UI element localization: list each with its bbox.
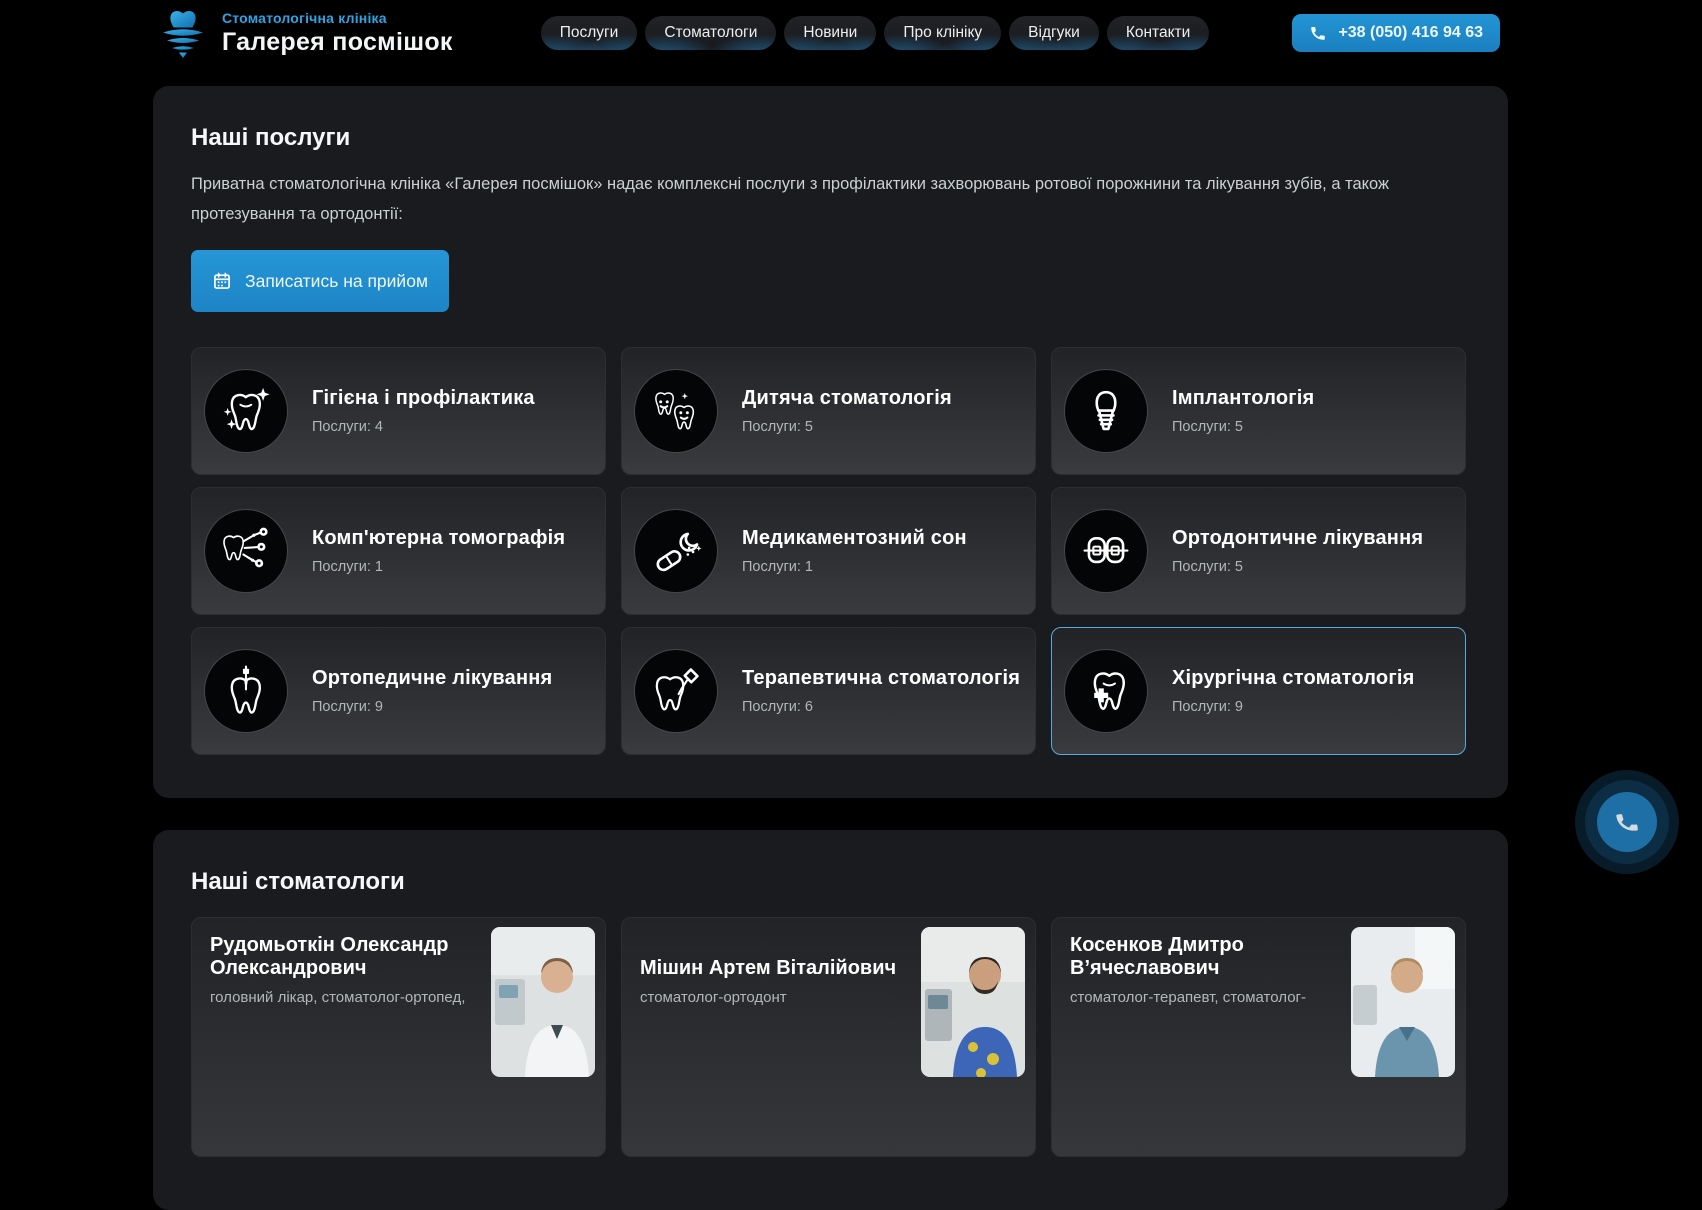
doctors-section-title: Наші стоматологи <box>191 830 1470 896</box>
clinic-logo-icon <box>158 8 208 58</box>
service-title: Хірургічна стоматологія <box>1172 667 1415 690</box>
doctor-name: Рудомьоткін Олександр Олександрович <box>210 934 482 980</box>
services-grid: Гігієна і профілактика Послуги: 4 Дитяча… <box>191 347 1470 755</box>
nav-item-contacts[interactable]: Контакти <box>1107 16 1209 50</box>
floating-call-inner <box>1597 792 1657 852</box>
services-section-title: Наші послуги <box>191 86 1470 152</box>
service-card-sedation[interactable]: Медикаментозний сон Послуги: 1 <box>621 487 1036 615</box>
service-card-surgical[interactable]: Хірургічна стоматологія Послуги: 9 <box>1051 627 1466 755</box>
doctor-card[interactable]: Косенков Дмитро В’ячеславович стоматолог… <box>1051 917 1466 1157</box>
calendar-icon <box>212 271 232 291</box>
service-count: Послуги: 4 <box>312 419 535 435</box>
doctor-photo <box>491 927 595 1077</box>
service-count: Послуги: 1 <box>312 559 565 575</box>
service-card-kids[interactable]: Дитяча стоматологія Послуги: 5 <box>621 347 1036 475</box>
service-count: Послуги: 1 <box>742 559 967 575</box>
floating-call-ring <box>1585 780 1669 864</box>
service-title: Ортопедичне лікування <box>312 667 552 690</box>
service-card-implantology[interactable]: Імплантологія Послуги: 5 <box>1051 347 1466 475</box>
service-title: Терапевтична стоматологія <box>742 667 1019 690</box>
implant-icon <box>1065 370 1147 452</box>
services-description: Приватна стоматологічна клініка «Галерея… <box>191 169 1441 229</box>
service-count: Послуги: 6 <box>742 699 1019 715</box>
tooth-cross-icon <box>1065 650 1147 732</box>
service-card-orthodontics[interactable]: Ортодонтичне лікування Послуги: 5 <box>1051 487 1466 615</box>
nav-item-dentists[interactable]: Стоматологи <box>645 16 776 50</box>
floating-call-button[interactable] <box>1575 770 1679 874</box>
service-count: Послуги: 5 <box>742 419 952 435</box>
header-phone-button[interactable]: +38 (050) 416 94 63 <box>1292 14 1500 52</box>
service-count: Послуги: 5 <box>1172 419 1314 435</box>
service-title: Імплантологія <box>1172 387 1314 410</box>
logo-title: Галерея посмішок <box>222 28 453 57</box>
tooth-network-icon <box>205 510 287 592</box>
doctor-photo <box>921 927 1025 1077</box>
logo-subtitle: Стоматологічна клініка <box>222 10 453 26</box>
service-title: Гігієна і профілактика <box>312 387 535 410</box>
service-card-orthopedic[interactable]: Ортопедичне лікування Послуги: 9 <box>191 627 606 755</box>
nav-item-reviews[interactable]: Відгуки <box>1009 16 1099 50</box>
appointment-button-label: Записатись на прийом <box>245 271 428 292</box>
logo[interactable]: Стоматологічна клініка Галерея посмішок <box>158 8 453 58</box>
service-card-hygiene[interactable]: Гігієна і профілактика Послуги: 4 <box>191 347 606 475</box>
service-title: Комп'ютерна томографія <box>312 527 565 550</box>
sedation-pill-icon <box>635 510 717 592</box>
header-phone-number: +38 (050) 416 94 63 <box>1338 24 1483 42</box>
tooth-drill-icon <box>635 650 717 732</box>
services-section: Наші послуги Приватна стоматологічна клі… <box>153 86 1508 798</box>
doctors-section: Наші стоматологи Рудомьоткін Олександр О… <box>153 830 1508 1210</box>
nav-item-about[interactable]: Про клініку <box>884 16 1001 50</box>
doctor-card[interactable]: Рудомьоткін Олександр Олександрович голо… <box>191 917 606 1157</box>
service-title: Медикаментозний сон <box>742 527 967 550</box>
braces-icon <box>1065 510 1147 592</box>
header: Стоматологічна клініка Галерея посмішок … <box>0 0 1702 66</box>
doctor-photo <box>1351 927 1455 1077</box>
service-count: Послуги: 9 <box>1172 699 1415 715</box>
main-nav: Послуги Стоматологи Новини Про клініку В… <box>541 16 1210 50</box>
doctor-name: Косенков Дмитро В’ячеславович <box>1070 934 1342 980</box>
phone-icon <box>1612 807 1641 836</box>
nav-item-services[interactable]: Послуги <box>541 16 638 50</box>
doctors-grid: Рудомьоткін Олександр Олександрович голо… <box>191 917 1470 1157</box>
service-title: Дитяча стоматологія <box>742 387 952 410</box>
service-count: Послуги: 5 <box>1172 559 1423 575</box>
tooth-sparkles-icon <box>205 370 287 452</box>
service-title: Ортодонтичне лікування <box>1172 527 1423 550</box>
doctor-card[interactable]: Мішин Артем Віталійович стоматолог-ортод… <box>621 917 1036 1157</box>
service-count: Послуги: 9 <box>312 699 552 715</box>
kids-teeth-icon <box>635 370 717 452</box>
service-card-ct[interactable]: Комп'ютерна томографія Послуги: 1 <box>191 487 606 615</box>
tooth-endo-file-icon <box>205 650 287 732</box>
doctor-name: Мішин Артем Віталійович <box>640 934 912 980</box>
phone-icon <box>1309 24 1327 42</box>
appointment-button[interactable]: Записатись на прийом <box>191 250 449 312</box>
service-card-therapeutic[interactable]: Терапевтична стоматологія Послуги: 6 <box>621 627 1036 755</box>
nav-item-news[interactable]: Новини <box>784 16 876 50</box>
